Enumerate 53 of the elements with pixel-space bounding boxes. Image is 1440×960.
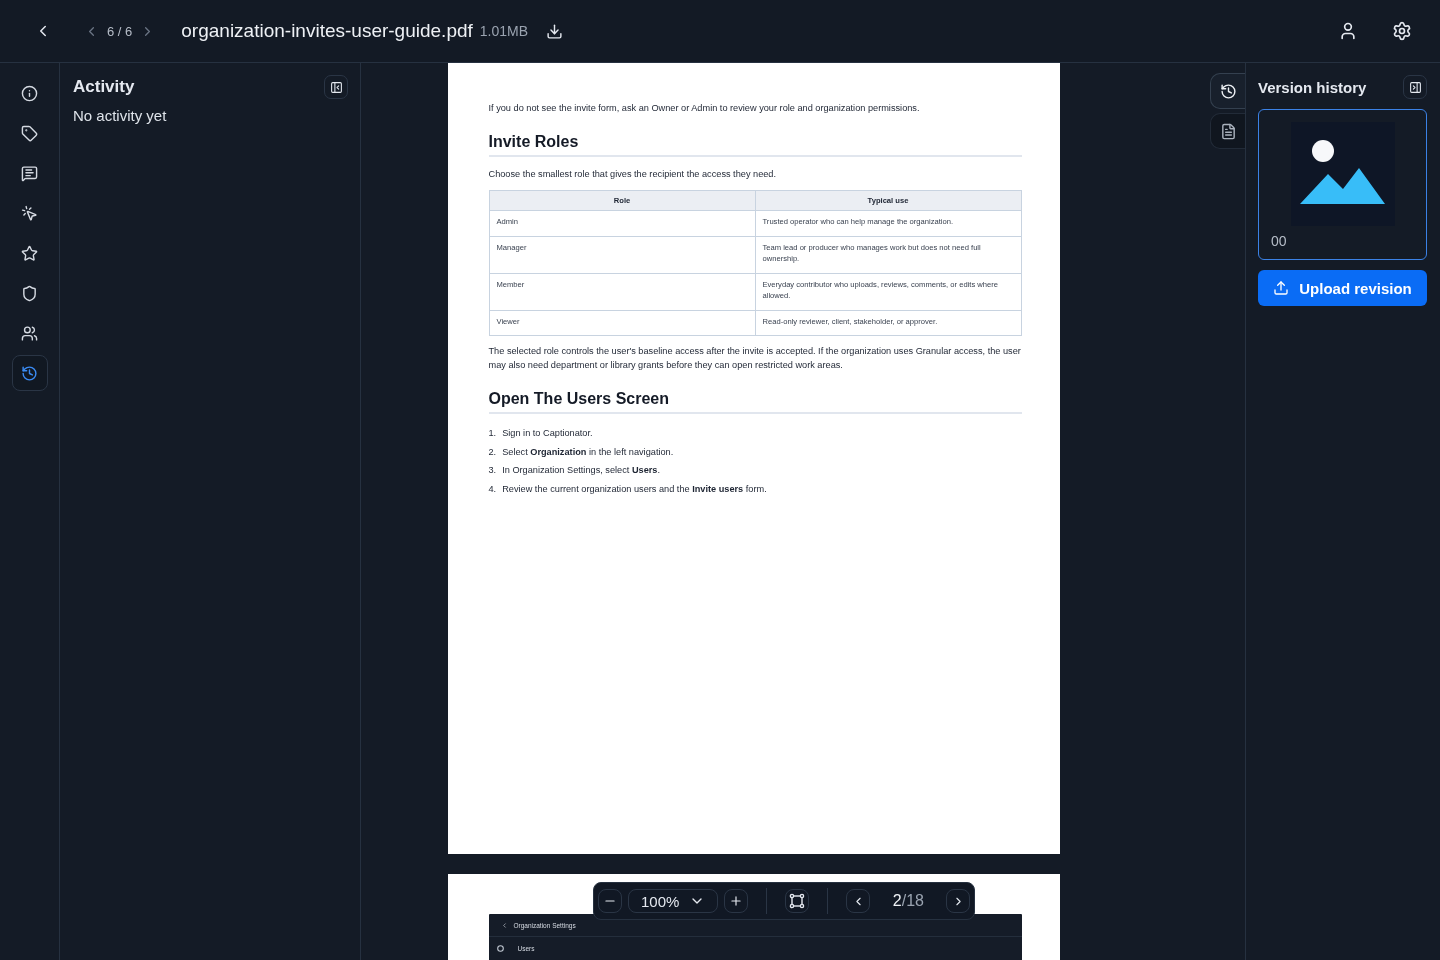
download-icon (546, 22, 564, 40)
zoom-select[interactable]: 100% (628, 889, 719, 913)
list-item: Review the current organization users and the Invite users form. (502, 482, 767, 496)
list-number: 1. (488, 427, 497, 440)
empty-message: No activity yet (73, 107, 168, 124)
version-card[interactable]: 00 (1258, 109, 1427, 260)
list-item: In Organization Settings, select Users. (502, 464, 660, 477)
shield-icon (21, 284, 38, 302)
paragraph: If you do not see the invite form, ask an Owner or Admin to review your role and organization permissions. (488, 102, 921, 115)
star-icon (21, 244, 38, 262)
paragraph: The selected role controls the user's baseline access after the invite is accepted. If the organization uses Granular access, the user may also need department or library grants before they can open restricted work areas. (488, 345, 1022, 372)
collapse-panel-button[interactable] (1403, 75, 1427, 99)
file-name: organization-invites-user-guide.pdf (181, 20, 473, 42)
zoom-out-button[interactable] (598, 889, 622, 913)
file-size: 1.01MB (479, 23, 529, 39)
settings-icon (1392, 21, 1412, 41)
plus-icon (729, 894, 744, 908)
frame-icon (789, 893, 806, 909)
panel-title: Version history (1258, 78, 1367, 96)
comment-icon (21, 164, 38, 182)
upload-icon (1273, 280, 1290, 296)
panel-collapse-icon (1408, 80, 1422, 94)
section-heading: Open The Users Screen (488, 390, 1022, 414)
file-counter: 6 / 6 (107, 23, 133, 39)
image-placeholder-icon (1290, 122, 1395, 226)
tag-icon (21, 124, 38, 142)
document-tab[interactable] (1210, 113, 1245, 149)
history-icon (1219, 82, 1237, 100)
team-icon (21, 324, 38, 342)
list-item: Sign in to Captionator. (502, 427, 593, 440)
history-icon (21, 364, 38, 382)
next-page-button[interactable] (946, 889, 971, 913)
panel-title: Activity (73, 77, 135, 97)
fit-button[interactable] (785, 889, 810, 913)
click-icon (21, 204, 38, 222)
paragraph: Choose the smallest role that gives the recipient the access they need. (488, 168, 778, 181)
list-number: 2. (488, 445, 497, 459)
info-icon (21, 84, 38, 102)
list-item: Select Organization in the left navigation. (502, 445, 674, 459)
list-number: 4. (488, 482, 497, 496)
collapse-panel-button[interactable] (324, 75, 348, 99)
list-number: 3. (488, 464, 497, 477)
page-indicator: 2/18 (891, 892, 925, 910)
version-label: 00 (1271, 233, 1287, 249)
section-heading: Invite Roles (488, 133, 1022, 157)
panel-collapse-icon (329, 80, 343, 94)
document-icon (1219, 122, 1237, 140)
user-icon (1338, 21, 1358, 41)
previous-page-button[interactable] (846, 889, 871, 913)
history-tab[interactable] (1210, 73, 1245, 109)
back-icon (500, 921, 508, 929)
zoom-in-button[interactable] (724, 889, 749, 913)
upload-revision-button[interactable]: Upload revision (1258, 270, 1427, 306)
